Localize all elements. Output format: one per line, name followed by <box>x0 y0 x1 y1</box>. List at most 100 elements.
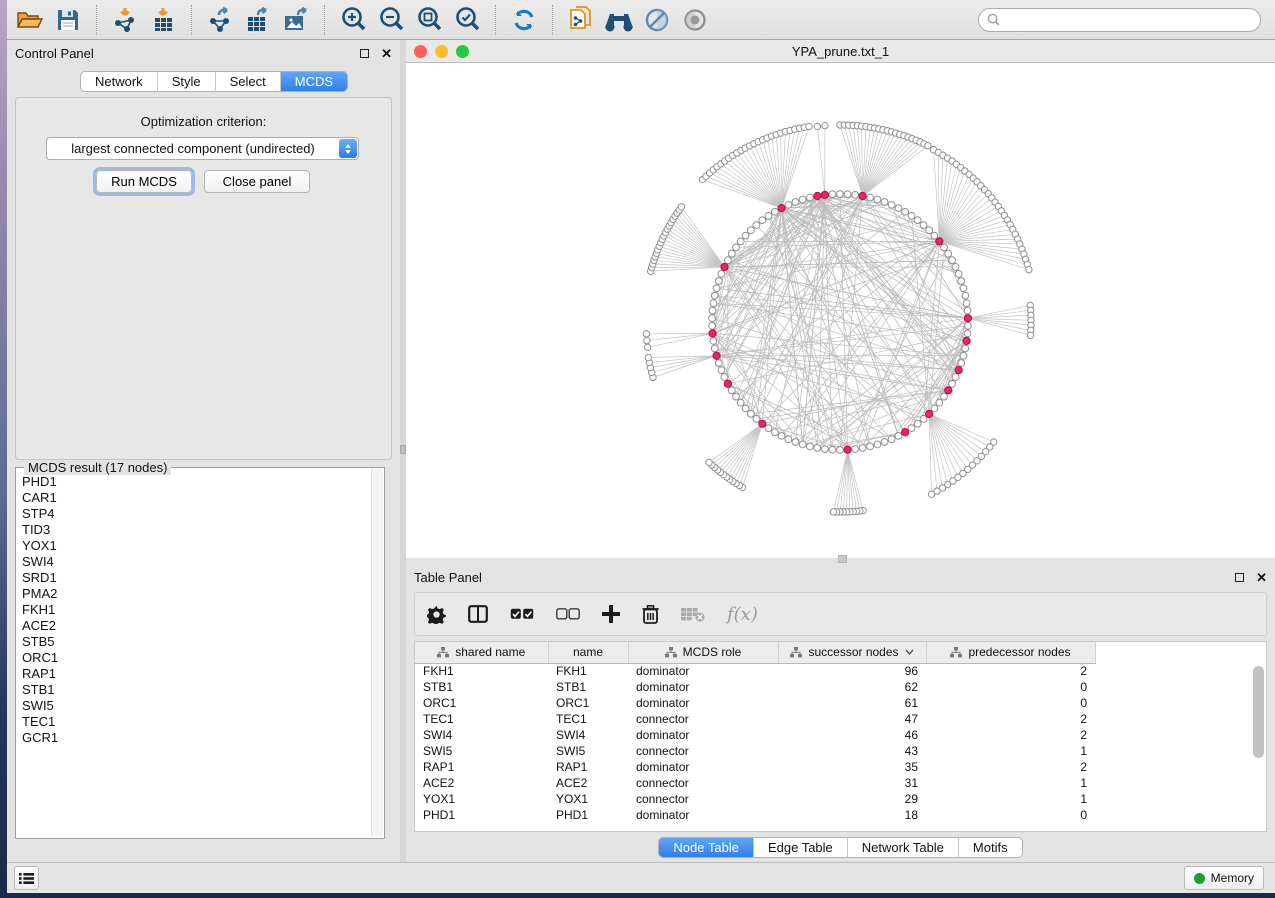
memory-button[interactable]: Memory <box>1184 866 1264 890</box>
zoom-fit-button[interactable] <box>412 4 446 36</box>
close-panel-icon[interactable]: ✕ <box>381 47 392 60</box>
network-canvas[interactable] <box>406 63 1275 558</box>
network-node[interactable] <box>814 445 821 452</box>
close-panel-button[interactable]: Close panel <box>204 170 310 193</box>
mcds-result-item[interactable]: STP4 <box>22 506 371 522</box>
network-node[interactable] <box>949 380 956 387</box>
network-node[interactable] <box>895 432 902 439</box>
mcds-result-item[interactable]: ACE2 <box>22 618 371 634</box>
tab-edge-table[interactable]: Edge Table <box>754 838 848 857</box>
mcds-result-list[interactable]: PHD1CAR1STP4TID3YOX1SWI4SRD1PMA2FKH1ACE2… <box>22 474 371 837</box>
column-header-successor-nodes[interactable]: successor nodes <box>778 642 926 663</box>
network-node[interactable] <box>964 307 971 314</box>
mcds-result-item[interactable]: STB1 <box>22 682 371 698</box>
mcds-result-item[interactable]: CAR1 <box>22 490 371 506</box>
network-node[interactable] <box>759 217 766 224</box>
select-all-icon[interactable] <box>510 608 534 620</box>
network-node[interactable] <box>829 446 836 453</box>
network-node[interactable] <box>821 446 828 453</box>
network-node[interactable] <box>715 278 722 285</box>
network-leaf-node[interactable] <box>678 204 684 210</box>
tab-node-table[interactable]: Node Table <box>659 838 754 857</box>
horizontal-splitter[interactable] <box>406 558 1275 564</box>
tab-network-table[interactable]: Network Table <box>848 838 959 857</box>
delete-icon[interactable] <box>642 605 659 624</box>
network-node[interactable] <box>711 292 718 299</box>
tab-style[interactable]: Style <box>158 72 216 91</box>
network-node[interactable] <box>958 278 965 285</box>
network-leaf-node[interactable] <box>706 459 712 465</box>
network-node[interactable] <box>709 307 716 314</box>
show-log-button[interactable] <box>14 866 39 890</box>
table-row[interactable]: SWI4SWI4dominator462 <box>415 727 1095 743</box>
mcds-result-item[interactable]: SWI5 <box>22 698 371 714</box>
mcds-result-item[interactable]: YOX1 <box>22 538 371 554</box>
mcds-result-item[interactable]: SRD1 <box>22 570 371 586</box>
network-node[interactable] <box>936 399 943 406</box>
network-node[interactable] <box>711 345 718 352</box>
network-node[interactable] <box>765 212 772 219</box>
network-from-selection-button[interactable] <box>564 4 598 36</box>
mcds-list-scrollbar[interactable] <box>371 469 383 837</box>
network-leaf-node[interactable] <box>644 337 650 343</box>
mcds-result-item[interactable]: RAP1 <box>22 666 371 682</box>
network-node[interactable] <box>844 191 851 198</box>
network-node[interactable] <box>785 201 792 208</box>
add-icon[interactable] <box>602 605 620 623</box>
network-node[interactable] <box>888 201 895 208</box>
save-session-button[interactable] <box>51 4 85 36</box>
mcds-hub-node[interactable] <box>955 367 962 374</box>
network-node[interactable] <box>718 367 725 374</box>
mcds-hub-node[interactable] <box>724 380 731 387</box>
mcds-hub-node[interactable] <box>709 330 716 337</box>
tab-motifs[interactable]: Motifs <box>959 838 1022 857</box>
table-row[interactable]: STB1STB1dominator620 <box>415 679 1095 695</box>
show-columns-icon[interactable] <box>468 605 488 623</box>
mcds-result-item[interactable]: GCR1 <box>22 730 371 746</box>
mcds-result-item[interactable]: TEC1 <box>22 714 371 730</box>
network-node[interactable] <box>874 441 881 448</box>
network-node[interactable] <box>859 445 866 452</box>
mcds-hub-node[interactable] <box>963 337 970 344</box>
show-graphics-details-button[interactable] <box>678 4 712 36</box>
network-node[interactable] <box>713 285 720 292</box>
float-panel-icon[interactable] <box>1235 573 1244 582</box>
scrollbar-thumb[interactable] <box>1253 666 1264 758</box>
network-node[interactable] <box>962 292 969 299</box>
open-file-button[interactable] <box>13 4 47 36</box>
mcds-hub-node[interactable] <box>713 352 720 359</box>
network-leaf-node[interactable] <box>822 122 828 128</box>
network-node[interactable] <box>908 425 915 432</box>
network-node[interactable] <box>718 270 725 277</box>
network-node[interactable] <box>737 399 744 406</box>
mcds-hub-node[interactable] <box>945 387 952 394</box>
network-node[interactable] <box>931 405 938 412</box>
gear-icon[interactable] <box>427 605 446 624</box>
table-row[interactable]: YOX1YOX1connector291 <box>415 791 1095 807</box>
network-leaf-node[interactable] <box>814 123 820 129</box>
mcds-hub-node[interactable] <box>859 192 866 199</box>
table-row[interactable]: SWI5SWI5connector431 <box>415 743 1095 759</box>
network-node[interactable] <box>772 208 779 215</box>
import-network-button[interactable] <box>108 4 142 36</box>
network-node[interactable] <box>888 436 895 443</box>
mcds-hub-node[interactable] <box>936 238 943 245</box>
network-node[interactable] <box>962 345 969 352</box>
deselect-all-icon[interactable] <box>556 608 580 620</box>
table-scrollbar[interactable] <box>1253 664 1264 829</box>
tab-network[interactable]: Network <box>81 72 158 91</box>
network-node[interactable] <box>964 330 971 337</box>
network-node[interactable] <box>807 194 814 201</box>
network-node[interactable] <box>952 264 959 271</box>
network-node[interactable] <box>799 441 806 448</box>
network-node[interactable] <box>829 191 836 198</box>
network-leaf-node[interactable] <box>928 491 934 497</box>
column-header-shared-name[interactable]: shared name <box>415 642 548 663</box>
mcds-result-item[interactable]: STB5 <box>22 634 371 650</box>
column-header-name[interactable]: name <box>548 642 628 663</box>
network-node[interactable] <box>721 374 728 381</box>
network-node[interactable] <box>709 315 716 322</box>
network-node[interactable] <box>881 199 888 206</box>
float-panel-icon[interactable] <box>360 49 369 58</box>
network-node[interactable] <box>737 238 744 245</box>
